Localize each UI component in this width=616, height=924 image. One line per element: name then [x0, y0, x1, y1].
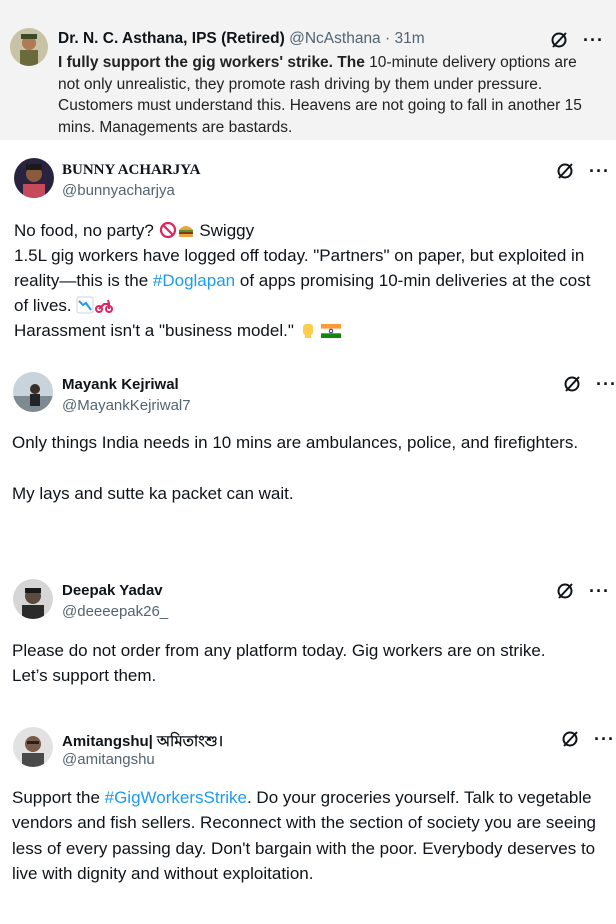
more-icon[interactable]: ··· — [596, 375, 616, 393]
tweet-actions: ··· — [549, 30, 604, 50]
tweet-text: I fully support the gig workers' strike.… — [58, 52, 598, 138]
tweet-text: Support the #GigWorkersStrike. Do your g… — [12, 785, 612, 886]
text-a: Support the — [12, 788, 105, 807]
author-handle[interactable]: @NcAsthana — [289, 30, 381, 47]
more-icon[interactable]: ··· — [589, 582, 610, 600]
no-entry-emoji — [159, 221, 176, 239]
text-line1-b: Swiggy — [194, 221, 255, 240]
tweet-amitangshu[interactable]: Amitangshu| অমিতাংশু। @amitangshu ··· Su… — [0, 705, 616, 924]
chart-decreasing-emoji — [76, 296, 94, 314]
tweet-actions: ··· — [562, 374, 616, 394]
author-handle[interactable]: @amitangshu — [62, 751, 155, 768]
timestamp[interactable]: 31m — [394, 30, 424, 47]
grok-icon[interactable] — [555, 161, 575, 181]
more-icon[interactable]: ··· — [589, 162, 610, 180]
more-icon[interactable]: ··· — [594, 730, 615, 748]
tweet-header: Dr. N. C. Asthana, IPS (Retired) @NcAsth… — [58, 30, 425, 48]
grok-icon[interactable] — [560, 729, 580, 749]
avatar[interactable] — [13, 727, 53, 767]
tweet-actions: ··· — [555, 581, 610, 601]
more-icon[interactable]: ··· — [583, 31, 604, 49]
burger-emoji — [178, 226, 193, 237]
author-name[interactable]: BUNNY ACHARJYA — [62, 162, 201, 179]
author-name[interactable]: Dr. N. C. Asthana, IPS (Retired) — [58, 30, 285, 47]
author-handle[interactable]: @bunnyacharjya — [62, 182, 175, 199]
tweet-text: No food, no party? Swiggy 1.5L gig worke… — [14, 218, 609, 343]
avatar[interactable] — [10, 28, 48, 66]
avatar[interactable] — [13, 372, 53, 412]
author-name[interactable]: Mayank Kejriwal — [62, 376, 179, 393]
text-line3: Harassment isn't a "business model." — [14, 321, 299, 340]
tweet-text: Please do not order from any platform to… — [12, 641, 546, 685]
tweet-asthana[interactable]: Dr. N. C. Asthana, IPS (Retired) @NcAsth… — [0, 0, 616, 140]
grok-icon[interactable] — [549, 30, 569, 50]
text-line1-a: No food, no party? — [14, 221, 159, 240]
tweet-bunny[interactable]: BUNNY ACHARJYA @bunnyacharjya ··· No foo… — [0, 140, 616, 350]
tweet-actions: ··· — [555, 161, 610, 181]
grok-icon[interactable] — [555, 581, 575, 601]
tweet-text: Only things India needs in 10 mins are a… — [12, 433, 579, 503]
avatar[interactable] — [13, 579, 53, 619]
tweet-actions: ··· — [560, 729, 615, 749]
author-handle[interactable]: @MayankKejriwal7 — [62, 397, 191, 414]
hashtag-doglapan[interactable]: #Doglapan — [153, 271, 235, 290]
time-separator: · — [380, 30, 395, 47]
india-flag-emoji — [321, 324, 342, 338]
scooter-emoji — [95, 299, 114, 313]
tweet-mayank[interactable]: Mayank Kejriwal @MayankKejriwal7 ··· Onl… — [0, 350, 616, 555]
raised-fist-emoji — [302, 324, 313, 338]
author-name[interactable]: Deepak Yadav — [62, 582, 163, 599]
tweet-text-bold: I fully support the gig workers' strike.… — [58, 54, 365, 71]
tweet-deepak[interactable]: Deepak Yadav @deeeepak26_ ··· Please do … — [0, 555, 616, 705]
avatar[interactable] — [14, 158, 54, 198]
author-handle[interactable]: @deeeepak26_ — [62, 603, 168, 620]
hashtag-gigworkersstrike[interactable]: #GigWorkersStrike — [105, 788, 247, 807]
grok-icon[interactable] — [562, 374, 582, 394]
